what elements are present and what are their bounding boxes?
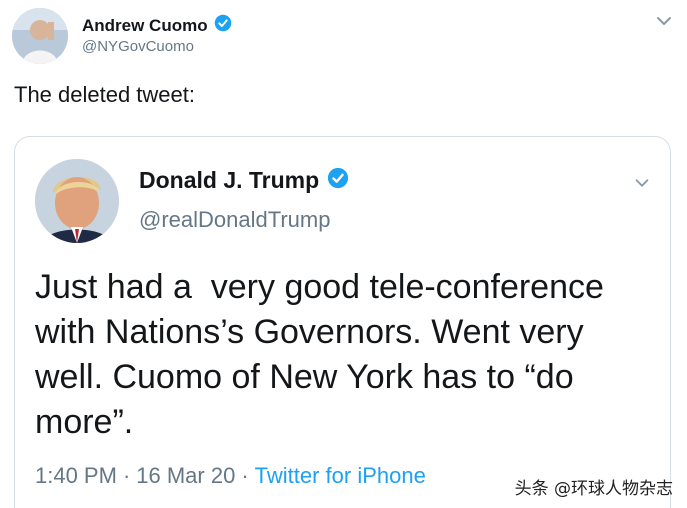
tweet-time[interactable]: 1:40 PM [35,463,117,489]
tweet-metadata: 1:40 PM · 16 Mar 20 · Twitter for iPhone [35,463,426,489]
quoted-tweet-card[interactable]: Donald J. Trump @realDonaldTrump Just ha… [14,136,671,508]
tweet-text: Just had a very good tele-conference wit… [35,268,604,441]
author-name[interactable]: Andrew Cuomo [82,16,208,36]
watermark: 头条 @环球人物杂志 [514,479,673,499]
tweet-caption: The deleted tweet: [14,82,196,107]
author-handle[interactable]: @realDonaldTrump [139,207,330,233]
outer-tweet-header: Andrew Cuomo @NYGovCuomo [12,8,675,68]
author-handle[interactable]: @NYGovCuomo [82,38,194,55]
verified-badge-icon [327,167,349,194]
cuomo-avatar-image [12,8,68,64]
avatar[interactable] [12,8,68,64]
chevron-down-icon[interactable] [632,173,652,193]
separator: · [122,463,131,488]
author-name[interactable]: Donald J. Trump [139,167,319,194]
tweet-date[interactable]: 16 Mar 20 [136,463,235,489]
trump-avatar-image [35,159,119,243]
chevron-down-icon[interactable] [653,10,675,32]
verified-badge-icon [214,14,232,37]
avatar[interactable] [35,159,119,243]
separator: · [241,463,249,488]
tweet-source-link[interactable]: Twitter for iPhone [255,463,426,489]
